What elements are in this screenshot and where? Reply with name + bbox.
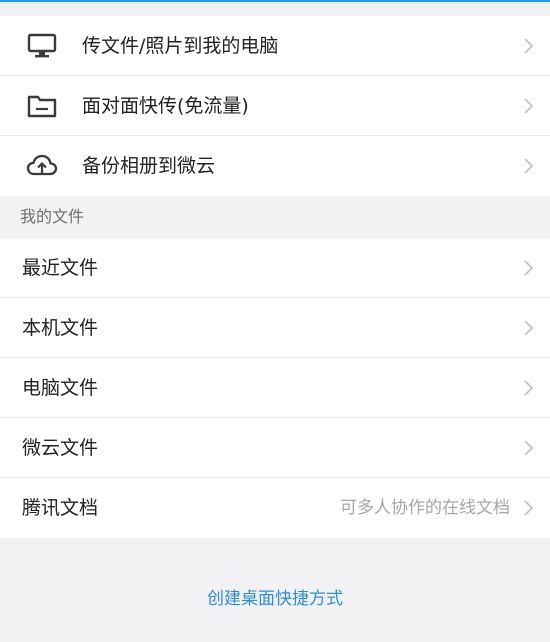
row-backup-album[interactable]: 备份相册到微云 [0, 136, 550, 196]
chevron-right-icon [524, 500, 534, 516]
cloud-upload-icon [26, 136, 58, 196]
row-label: 备份相册到微云 [82, 155, 216, 177]
row-hint: 可多人协作的在线文档 [340, 498, 510, 518]
chevron-right-icon [524, 320, 534, 336]
row-label: 最近文件 [22, 257, 99, 279]
row-recent-files[interactable]: 最近文件 [0, 238, 550, 298]
my-files-section-header: 我的文件 [0, 196, 550, 238]
chevron-right-icon [524, 440, 534, 456]
monitor-icon [26, 16, 58, 76]
row-local-files[interactable]: 本机文件 [0, 298, 550, 358]
chevron-right-icon [524, 260, 534, 276]
chevron-right-icon [524, 98, 534, 114]
row-label: 本机文件 [22, 317, 99, 339]
create-desktop-shortcut-link[interactable]: 创建桌面快捷方式 [0, 584, 550, 609]
row-label: 腾讯文档 [22, 497, 99, 519]
chevron-right-icon [524, 38, 534, 54]
chevron-right-icon [524, 380, 534, 396]
row-label: 传文件/照片到我的电脑 [82, 35, 279, 57]
folder-icon [26, 76, 58, 136]
transfer-group: 传文件/照片到我的电脑 面对面快传(免流量) 备份相册到微云 [0, 16, 550, 196]
row-label: 面对面快传(免流量) [82, 95, 249, 117]
row-send-to-computer[interactable]: 传文件/照片到我的电脑 [0, 16, 550, 76]
row-label: 电脑文件 [22, 377, 99, 399]
row-face-to-face-transfer[interactable]: 面对面快传(免流量) [0, 76, 550, 136]
row-weiyun-files[interactable]: 微云文件 [0, 418, 550, 478]
row-tencent-docs[interactable]: 腾讯文档 可多人协作的在线文档 [0, 478, 550, 538]
row-computer-files[interactable]: 电脑文件 [0, 358, 550, 418]
row-label: 微云文件 [22, 437, 99, 459]
chevron-right-icon [524, 158, 534, 174]
my-files-group: 最近文件 本机文件 电脑文件 微云文件 腾讯文档 可多人协作的在线文档 [0, 238, 550, 538]
top-accent-bar [0, 0, 550, 2]
section-title: 我的文件 [20, 207, 85, 226]
